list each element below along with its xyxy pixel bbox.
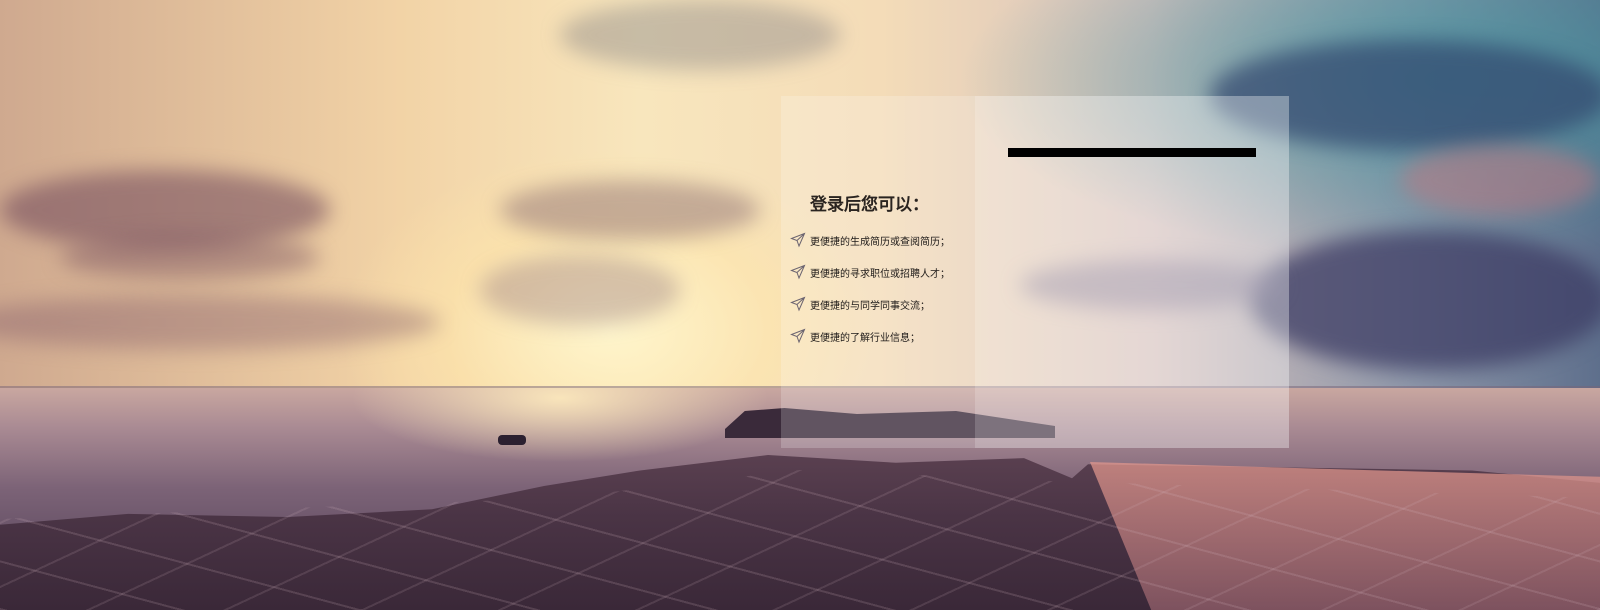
benefits-pane: 登录后您可以： 更便捷的生成简历或查阅简历； 更便捷的寻求职位或招聘人才； 更便… (781, 96, 975, 448)
benefit-item: 更便捷的与同学同事交流； (790, 288, 950, 320)
benefit-item: 更便捷的生成简历或查阅简历； (790, 224, 950, 256)
benefit-item: 更便捷的寻求职位或招聘人才； (790, 256, 950, 288)
benefit-text: 更便捷的生成简历或查阅简历； (810, 236, 950, 248)
redacted-bar (1008, 148, 1256, 157)
cloud (60, 235, 320, 280)
benefits-list: 更便捷的生成简历或查阅简历； 更便捷的寻求职位或招聘人才； 更便捷的与同学同事交… (790, 224, 950, 352)
send-arrow-icon (790, 264, 806, 280)
benefit-text: 更便捷的了解行业信息； (810, 332, 920, 344)
cloud (500, 180, 760, 240)
benefit-text: 更便捷的寻求职位或招聘人才； (810, 268, 950, 280)
send-arrow-icon (790, 296, 806, 312)
send-arrow-icon (790, 232, 806, 248)
cloud (1250, 230, 1600, 370)
cloud (1400, 145, 1600, 215)
cloud (560, 0, 840, 70)
send-arrow-icon (790, 328, 806, 344)
login-panel: 登录后您可以： 更便捷的生成简历或查阅简历； 更便捷的寻求职位或招聘人才； 更便… (781, 96, 1289, 448)
page: 登录后您可以： 更便捷的生成简历或查阅简历； 更便捷的寻求职位或招聘人才； 更便… (0, 0, 1600, 610)
small-rock (498, 435, 526, 445)
benefit-text: 更便捷的与同学同事交流； (810, 300, 930, 312)
benefit-item: 更便捷的了解行业信息； (790, 320, 950, 352)
benefits-title: 登录后您可以： (810, 195, 929, 215)
cloud (480, 255, 680, 325)
